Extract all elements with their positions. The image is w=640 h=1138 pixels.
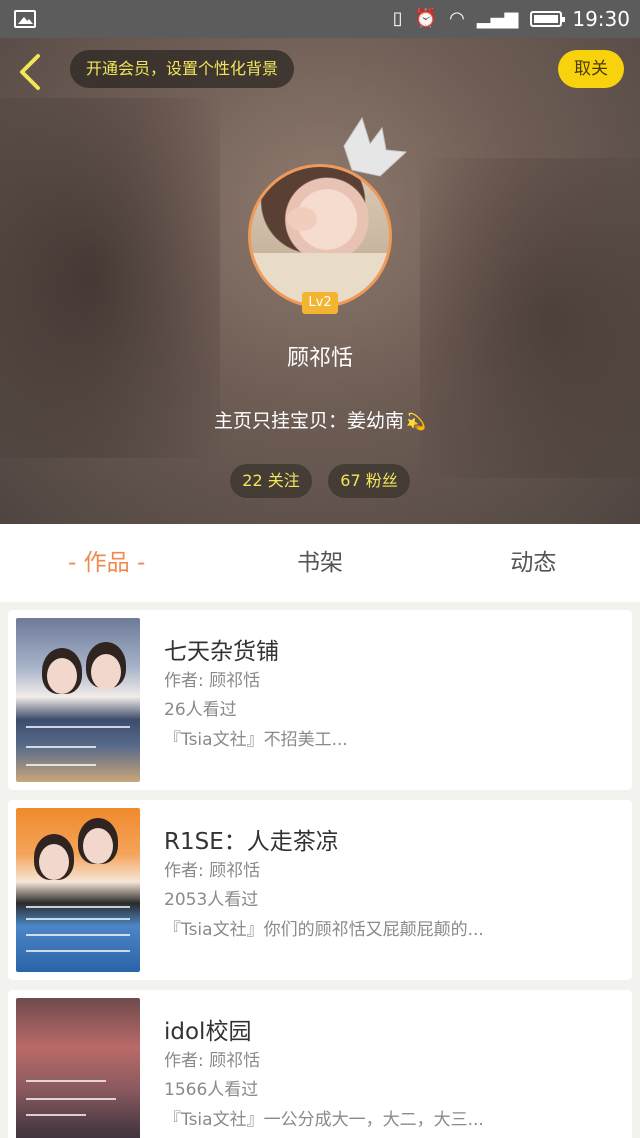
gallery-icon	[14, 10, 36, 28]
work-title: idol校园	[164, 1019, 252, 1045]
book-cover	[16, 998, 140, 1138]
avatar[interactable]	[248, 164, 392, 308]
work-author: 作者: 顾祁恬	[164, 861, 261, 881]
status-time: 19:30	[572, 7, 630, 31]
work-title: 七天杂货铺	[164, 639, 279, 665]
profile-header: 开通会员，设置个性化背景 取关 Lv2 顾祁恬 主页只挂宝贝：姜幼南 💫 22 关…	[0, 38, 640, 524]
back-icon[interactable]	[14, 52, 48, 92]
following-count[interactable]: 22 关注	[230, 464, 312, 498]
vibrate-off-icon: ▯	[392, 8, 403, 29]
work-views: 26人看过	[164, 700, 237, 720]
work-author: 作者: 顾祁恬	[164, 671, 261, 691]
nickname: 顾祁恬	[286, 346, 353, 371]
unfollow-button[interactable]: 取关	[558, 50, 624, 88]
bio: 主页只挂宝贝：姜幼南 💫	[0, 406, 640, 433]
book-cover	[16, 618, 140, 782]
fans-count[interactable]: 67 粉丝	[328, 464, 410, 498]
works-list: 七天杂货铺 作者: 顾祁恬 26人看过 『Tsia文社』不招美工... R1SE…	[8, 610, 632, 1138]
alarm-icon: ⏰	[414, 8, 438, 29]
tab-works[interactable]: - 作品 -	[0, 524, 213, 602]
work-author: 作者: 顾祁恬	[164, 1051, 261, 1071]
book-cover	[16, 808, 140, 972]
work-description: 『Tsia文社』不招美工...	[164, 730, 348, 750]
signal-icon: ▂▄▆	[476, 8, 519, 29]
work-title: R1SE：人走茶凉	[164, 829, 339, 855]
list-item[interactable]: R1SE：人走茶凉 作者: 顾祁恬 2053人看过 『Tsia文社』你们的顾祁恬…	[8, 800, 632, 980]
sparkle-icon: 💫	[406, 412, 426, 431]
work-views: 2053人看过	[164, 890, 259, 910]
work-description: 『Tsia文社』你们的顾祁恬又屁颠屁颠的...	[164, 920, 484, 940]
profile-tabs: - 作品 - 书架 动态	[0, 524, 640, 602]
battery-icon	[530, 11, 566, 27]
tab-activity[interactable]: 动态	[427, 524, 640, 602]
work-views: 1566人看过	[164, 1080, 259, 1100]
list-item[interactable]: idol校园 作者: 顾祁恬 1566人看过 『Tsia文社』一公分成大一，大二…	[8, 990, 632, 1138]
bio-text: 主页只挂宝贝：姜幼南	[214, 410, 405, 432]
work-description: 『Tsia文社』一公分成大一，大二，大三...	[164, 1110, 484, 1130]
status-bar: ▯ ⏰ ◠ ▂▄▆ 19:30	[0, 0, 640, 38]
list-item[interactable]: 七天杂货铺 作者: 顾祁恬 26人看过 『Tsia文社』不招美工...	[8, 610, 632, 790]
tab-bookshelf[interactable]: 书架	[213, 524, 426, 602]
wifi-icon: ◠	[449, 8, 465, 29]
vip-background-banner[interactable]: 开通会员，设置个性化背景	[70, 50, 295, 88]
level-badge: Lv2	[302, 292, 338, 314]
